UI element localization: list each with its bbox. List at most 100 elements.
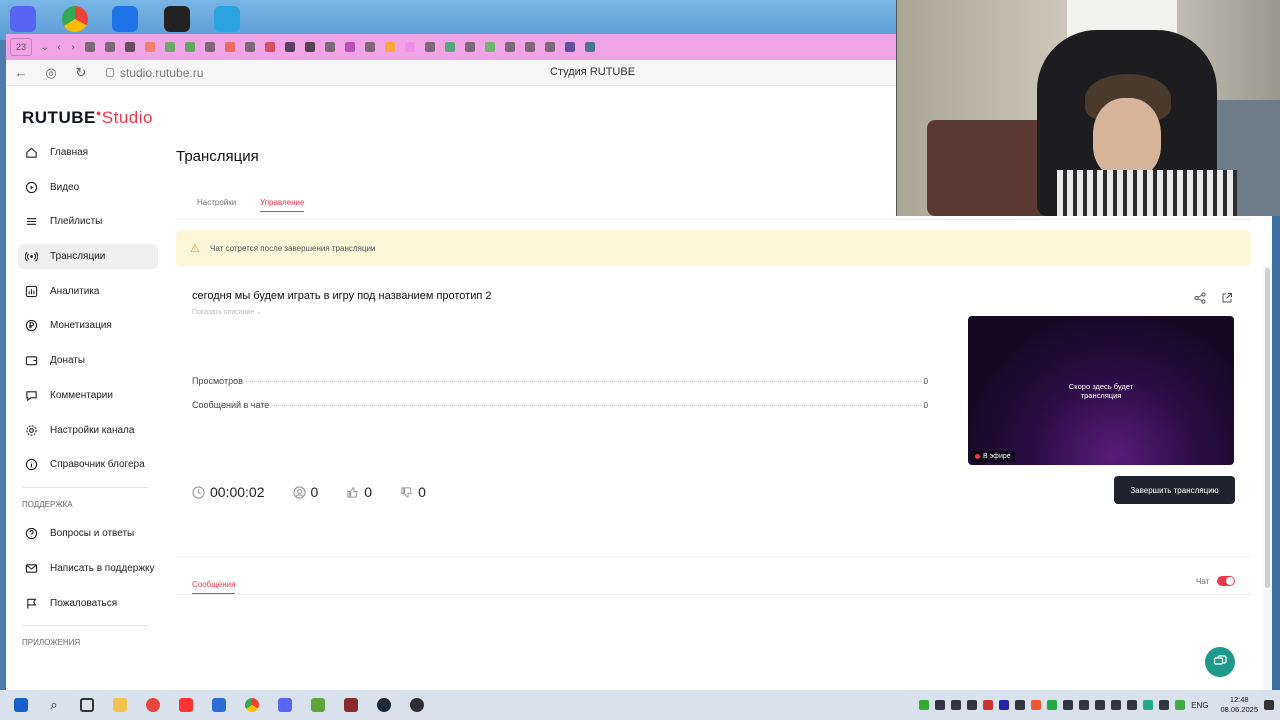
tab-favicon-icon[interactable] xyxy=(320,37,340,57)
sidebar-item-3[interactable]: Трансляции xyxy=(18,244,158,270)
tab-favicon-icon[interactable] xyxy=(180,37,200,57)
sidebar-item-7[interactable]: Комментарии xyxy=(18,383,158,408)
yandex-icon[interactable] xyxy=(174,693,198,717)
tab-favicon-icon[interactable] xyxy=(120,37,140,57)
tab-favicon-icon[interactable] xyxy=(380,37,400,57)
chat-toggle[interactable] xyxy=(1217,576,1236,586)
external-link-icon[interactable] xyxy=(1221,292,1233,304)
tab-favicon-icon[interactable] xyxy=(220,37,240,57)
sidebar-item-label: Вопросы и ответы xyxy=(50,528,135,540)
end-stream-button[interactable]: Завершить трансляцию xyxy=(1114,476,1235,504)
tab-favicon-icon[interactable] xyxy=(340,37,360,57)
sidebar-item-0[interactable]: Главная xyxy=(18,140,158,165)
reload-icon[interactable]: ↻ xyxy=(66,65,96,81)
tray-icon[interactable] xyxy=(951,700,962,710)
chevron-down-icon[interactable]: ⌄ xyxy=(38,42,52,53)
window-app-icon[interactable] xyxy=(207,693,231,717)
chrome-desktop-icon[interactable] xyxy=(62,6,88,32)
tray-icon[interactable] xyxy=(935,700,946,710)
tab-favicon-icon[interactable] xyxy=(500,37,520,57)
tab-management[interactable]: Управление xyxy=(260,198,305,212)
tab-favicon-icon[interactable] xyxy=(580,37,600,57)
sidebar-item-1[interactable]: Видео xyxy=(18,175,158,200)
wave-desktop-icon[interactable] xyxy=(214,6,240,32)
start-icon[interactable] xyxy=(9,693,33,717)
app-desktop-icon[interactable] xyxy=(112,6,138,32)
discord-desktop-icon[interactable] xyxy=(10,6,36,32)
tab-favicon-icon[interactable] xyxy=(440,37,460,57)
tray-icon[interactable] xyxy=(983,700,994,710)
tray-icon[interactable] xyxy=(1159,700,1170,710)
tab-favicon-icon[interactable] xyxy=(140,37,160,57)
support-item-2[interactable]: Пожаловаться xyxy=(18,591,158,616)
roblox-desktop-icon[interactable] xyxy=(164,6,190,32)
alert-text: Чат сотрется после завершения трансляции xyxy=(210,243,376,253)
tab-favicon-icon[interactable] xyxy=(420,37,440,57)
sidebar-item-2[interactable]: Плейлисты xyxy=(18,209,158,234)
tab-favicon-icon[interactable] xyxy=(520,37,540,57)
sidebar-item-9[interactable]: Справочник блогера xyxy=(18,452,158,477)
support-item-1[interactable]: Написать в поддержку xyxy=(18,556,158,581)
tab-favicon-icon[interactable] xyxy=(200,37,220,57)
tab-favicon-icon[interactable] xyxy=(280,37,300,57)
tab-favicon-icon[interactable] xyxy=(240,37,260,57)
share-icon[interactable] xyxy=(1194,292,1206,304)
search-icon[interactable]: ⌕ xyxy=(42,693,66,717)
sidebar-item-5[interactable]: Монетизация xyxy=(18,313,158,338)
tab-favicon-icon[interactable] xyxy=(540,37,560,57)
stream-preview[interactable]: Скоро здесь будет трансляция В эфире xyxy=(968,316,1234,465)
chrome-icon[interactable] xyxy=(240,693,264,717)
sidebar-item-8[interactable]: Настройки канала xyxy=(18,418,158,443)
tray-icon[interactable] xyxy=(999,700,1010,710)
steam-icon[interactable] xyxy=(372,693,396,717)
notifications-icon[interactable] xyxy=(1264,700,1274,710)
tab-favicon-icon[interactable] xyxy=(400,37,420,57)
page-scrollbar[interactable] xyxy=(1263,266,1272,690)
shield-icon[interactable]: ◎ xyxy=(36,65,66,81)
tab-favicon-icon[interactable] xyxy=(360,37,380,57)
tab-settings[interactable]: Настройки xyxy=(197,198,236,207)
tray-icon[interactable] xyxy=(1111,700,1122,710)
tray-icon[interactable] xyxy=(1143,700,1154,710)
tray-icon[interactable] xyxy=(1015,700,1026,710)
tray-icon[interactable] xyxy=(1079,700,1090,710)
tab-favicon-icon[interactable] xyxy=(260,37,280,57)
rutube-studio-logo[interactable]: RUTUBE●Studio xyxy=(22,108,153,128)
tray-icon[interactable] xyxy=(1127,700,1138,710)
support-item-0[interactable]: Вопросы и ответы xyxy=(18,521,158,546)
tab-favicon-icon[interactable] xyxy=(460,37,480,57)
clock[interactable]: 12:48 08.06.2025 xyxy=(1220,695,1258,715)
tab-favicon-icon[interactable] xyxy=(100,37,120,57)
tray-icon[interactable] xyxy=(1031,700,1042,710)
tab-favicon-icon[interactable] xyxy=(560,37,580,57)
scrollbar-thumb[interactable] xyxy=(1265,268,1270,588)
game-app-icon[interactable] xyxy=(339,693,363,717)
discord-icon[interactable] xyxy=(273,693,297,717)
tab-favicon-icon[interactable] xyxy=(80,37,100,57)
tab-favicon-icon[interactable] xyxy=(160,37,180,57)
back-icon[interactable]: ← xyxy=(6,65,36,80)
file-explorer-icon[interactable] xyxy=(108,693,132,717)
tray-icon[interactable] xyxy=(1175,700,1186,710)
url-field[interactable]: studio.rutube.ru xyxy=(106,66,203,80)
sidebar-item-4[interactable]: Аналитика xyxy=(18,279,158,304)
help-chat-button[interactable] xyxy=(1205,647,1235,677)
sidebar-item-6[interactable]: Донаты xyxy=(18,348,158,373)
tab-favicon-icon[interactable] xyxy=(300,37,320,57)
tab-messages[interactable]: Сообщения xyxy=(192,580,236,594)
tab-favicon-icon[interactable] xyxy=(480,37,500,57)
tray-icon[interactable] xyxy=(1063,700,1074,710)
tray-icon[interactable] xyxy=(1047,700,1058,710)
chevron-right-icon[interactable]: › xyxy=(66,42,80,53)
chevron-left-icon[interactable]: ‹ xyxy=(52,42,66,53)
obs-icon[interactable] xyxy=(405,693,429,717)
tab-count[interactable]: 23 xyxy=(10,38,32,56)
show-description-link[interactable]: Показать описание ⌄ xyxy=(192,308,262,316)
tray-icon[interactable] xyxy=(967,700,978,710)
tray-icon[interactable] xyxy=(919,700,930,710)
yandex-browser-icon[interactable] xyxy=(141,693,165,717)
language-indicator[interactable]: ENG xyxy=(1191,701,1208,710)
task-view-icon[interactable] xyxy=(75,693,99,717)
tray-icon[interactable] xyxy=(1095,700,1106,710)
minecraft-icon[interactable] xyxy=(306,693,330,717)
